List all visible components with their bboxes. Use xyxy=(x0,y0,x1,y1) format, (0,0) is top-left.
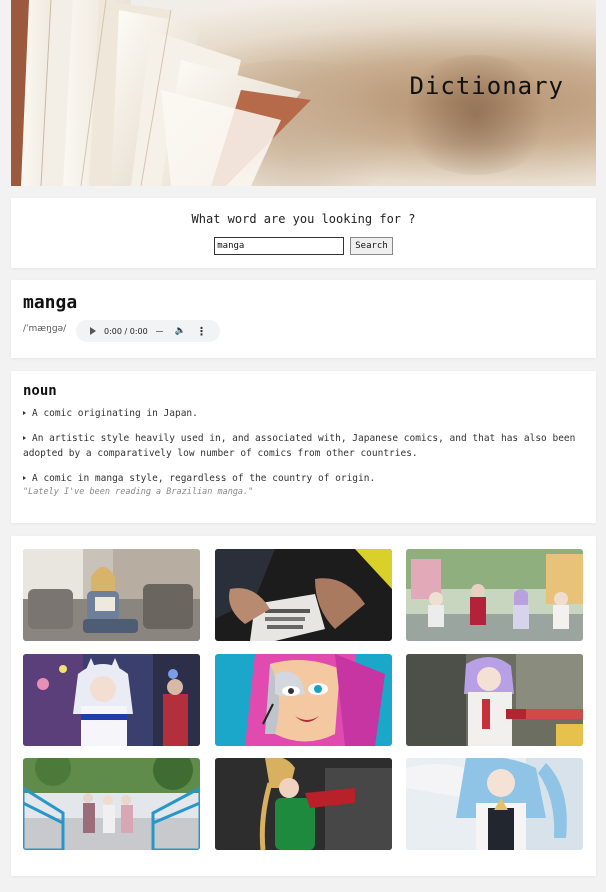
gallery-image-cosplay-group[interactable] xyxy=(406,549,583,641)
more-vert-icon[interactable]: ⋮ xyxy=(196,325,207,338)
meaning-card: noun A comic originating in Japan. An ar… xyxy=(11,371,596,523)
gallery-image-cosplay-blue[interactable] xyxy=(406,758,583,850)
bullet-icon xyxy=(23,475,26,480)
part-of-speech: noun xyxy=(23,383,57,399)
definition-text: A comic in manga style, regardless of th… xyxy=(32,473,376,484)
search-button[interactable]: Search xyxy=(350,237,393,255)
open-book-image xyxy=(11,0,311,186)
search-input[interactable] xyxy=(214,237,345,255)
gallery-image-hands-book[interactable] xyxy=(215,549,392,641)
play-icon[interactable] xyxy=(90,327,96,335)
phonetic: /ˈmæŋɡə/ xyxy=(23,324,67,334)
bullet-icon xyxy=(23,435,26,440)
definition-text: A comic originating in Japan. xyxy=(32,408,198,419)
audio-time: 0:00 / 0:00 xyxy=(104,326,148,336)
gallery-image-cosplay-bridge[interactable] xyxy=(23,758,200,850)
definition-item: A comic originating in Japan. xyxy=(23,406,582,421)
definition-example: "Lately I've been reading a Brazilian ma… xyxy=(23,487,254,497)
gallery-image-cosplay-green[interactable] xyxy=(215,758,392,850)
audio-player[interactable]: 0:00 / 0:00 🔈 ⋮ xyxy=(76,320,220,342)
gallery-image-reading[interactable] xyxy=(23,549,200,641)
page-title: Dictionary xyxy=(409,72,564,100)
search-prompt: What word are you looking for ? xyxy=(191,212,416,226)
seek-bar[interactable] xyxy=(155,330,163,332)
gallery-image-cosplay-white[interactable] xyxy=(23,654,200,746)
definition-item: A comic in manga style, regardless of th… xyxy=(23,471,582,486)
bullet-icon xyxy=(23,410,26,415)
definition-item: An artistic style heavily used in, and a… xyxy=(23,431,582,461)
word-card: manga /ˈmæŋɡə/ 0:00 / 0:00 🔈 ⋮ xyxy=(11,280,596,358)
image-gallery xyxy=(11,536,596,876)
volume-icon[interactable]: 🔈 xyxy=(175,326,186,336)
search-card: What word are you looking for ? Search xyxy=(11,198,596,268)
gallery-image-graffiti[interactable] xyxy=(215,654,392,746)
word-title: manga xyxy=(23,292,78,313)
page: Dictionary What word are you looking for… xyxy=(0,0,606,892)
gallery-image-cosplay-purple[interactable] xyxy=(406,654,583,746)
hero-banner: Dictionary xyxy=(11,0,596,186)
definition-text: An artistic style heavily used in, and a… xyxy=(23,433,576,459)
search-row: Search xyxy=(11,237,596,255)
